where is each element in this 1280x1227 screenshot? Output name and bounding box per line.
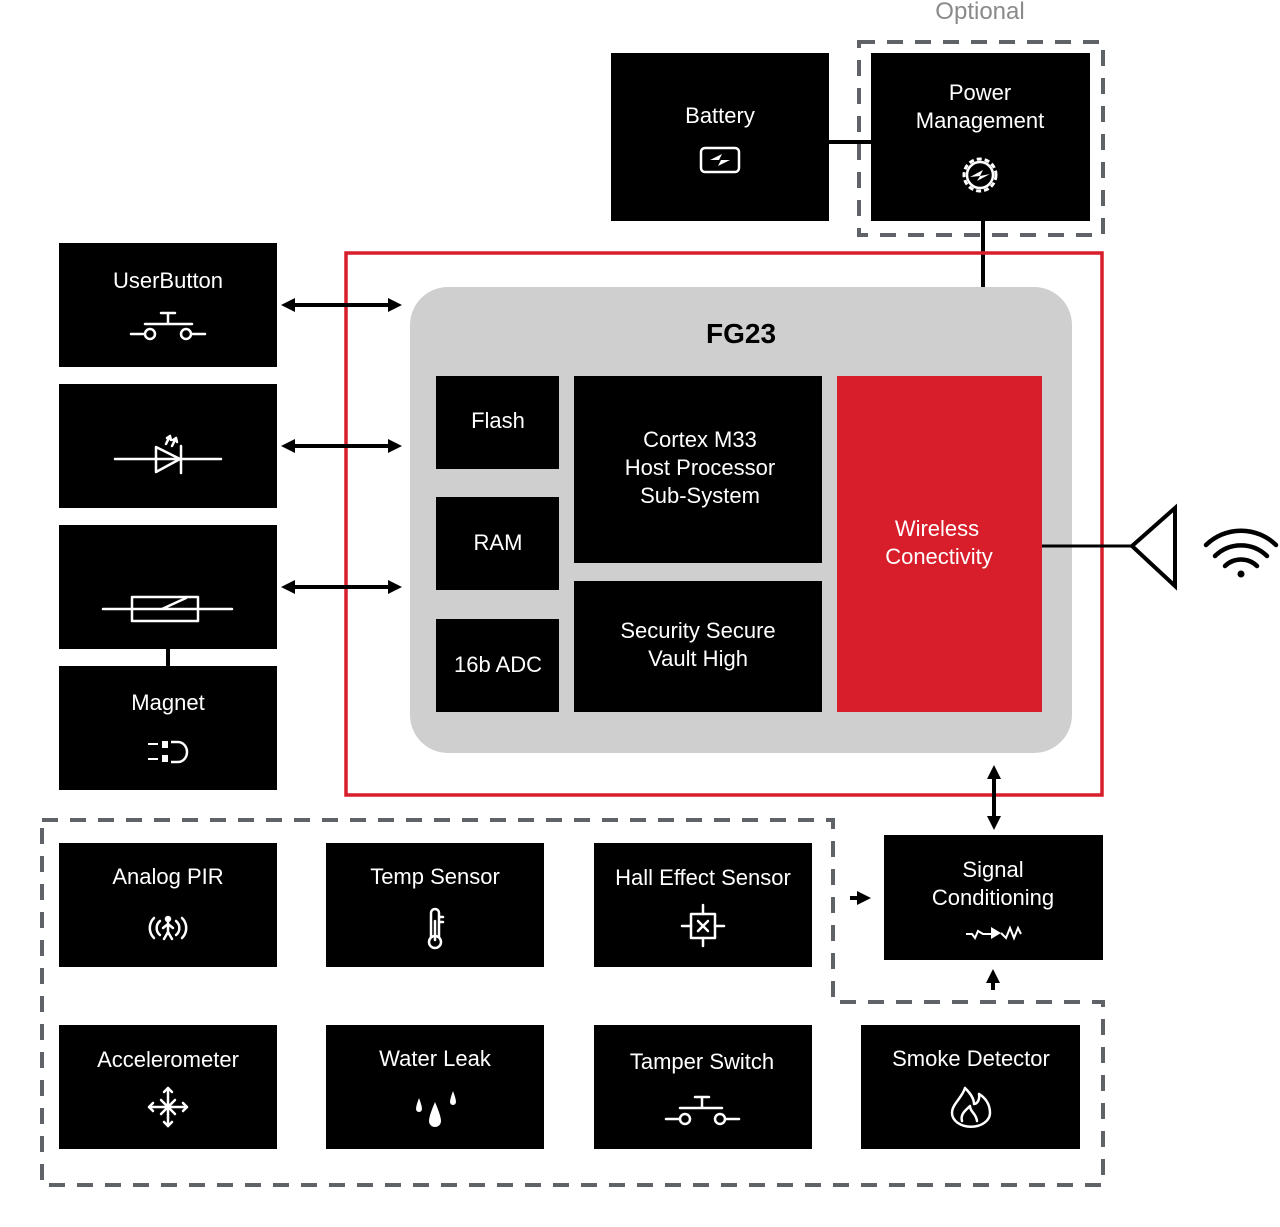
wifi-icon [1203,528,1279,578]
tamper-switch-label: Tamper Switch [630,1049,774,1074]
cortex-label-line1: Cortex M33 [643,427,757,452]
reed-switch-block [59,525,277,649]
wireless-label-line2: Conectivity [885,544,993,569]
tamper-switch-block: Tamper Switch [594,1025,812,1149]
block-diagram: Optional Battery Power Management FG23 F… [40,0,1279,1187]
analog-pir-block: Analog PIR [59,843,277,967]
hall-effect-sensor-label: Hall Effect Sensor [615,865,791,890]
flash-label: Flash [471,408,525,433]
accelerometer-block: Accelerometer [59,1025,277,1149]
signal-conditioning-block: Signal Conditioning [884,835,1103,960]
led-block [59,384,277,508]
signal-conditioning-label-line2: Conditioning [932,885,1054,910]
battery-label: Battery [685,103,755,128]
magnet-label: Magnet [131,690,204,715]
optional-label: Optional [935,0,1024,25]
chip-title: FG23 [706,318,776,349]
power-management-label-line1: Power [949,80,1011,105]
ram-label: RAM [474,530,523,555]
water-leak-block: Water Leak [326,1025,544,1149]
power-management-block: Power Management [871,53,1090,221]
adc-label: 16b ADC [454,652,542,677]
accelerometer-label: Accelerometer [97,1047,239,1072]
temp-sensor-label: Temp Sensor [370,864,500,889]
power-management-label-line2: Management [916,108,1044,133]
fg23-chip: FG23 Flash RAM 16b ADC Cortex M33 Host P… [410,287,1072,753]
security-label-line1: Security Secure [620,618,775,643]
user-button-block: UserButton [59,243,277,367]
analog-pir-label: Analog PIR [112,864,223,889]
cortex-label-line2: Host Processor [625,455,775,480]
magnet-block: Magnet [59,666,277,790]
wireless-label-line1: Wireless [895,516,979,541]
security-label-line2: Vault High [648,646,748,671]
signal-conditioning-label-line1: Signal [962,857,1023,882]
temp-sensor-block: Temp Sensor [326,843,544,967]
smoke-detector-label: Smoke Detector [892,1046,1050,1071]
user-button-label: UserButton [113,268,223,293]
battery-block: Battery [611,53,829,221]
hall-effect-sensor-block: Hall Effect Sensor [594,843,812,967]
water-leak-label: Water Leak [379,1046,492,1071]
cortex-label-line3: Sub-System [640,483,760,508]
smoke-detector-block: Smoke Detector [861,1025,1080,1149]
